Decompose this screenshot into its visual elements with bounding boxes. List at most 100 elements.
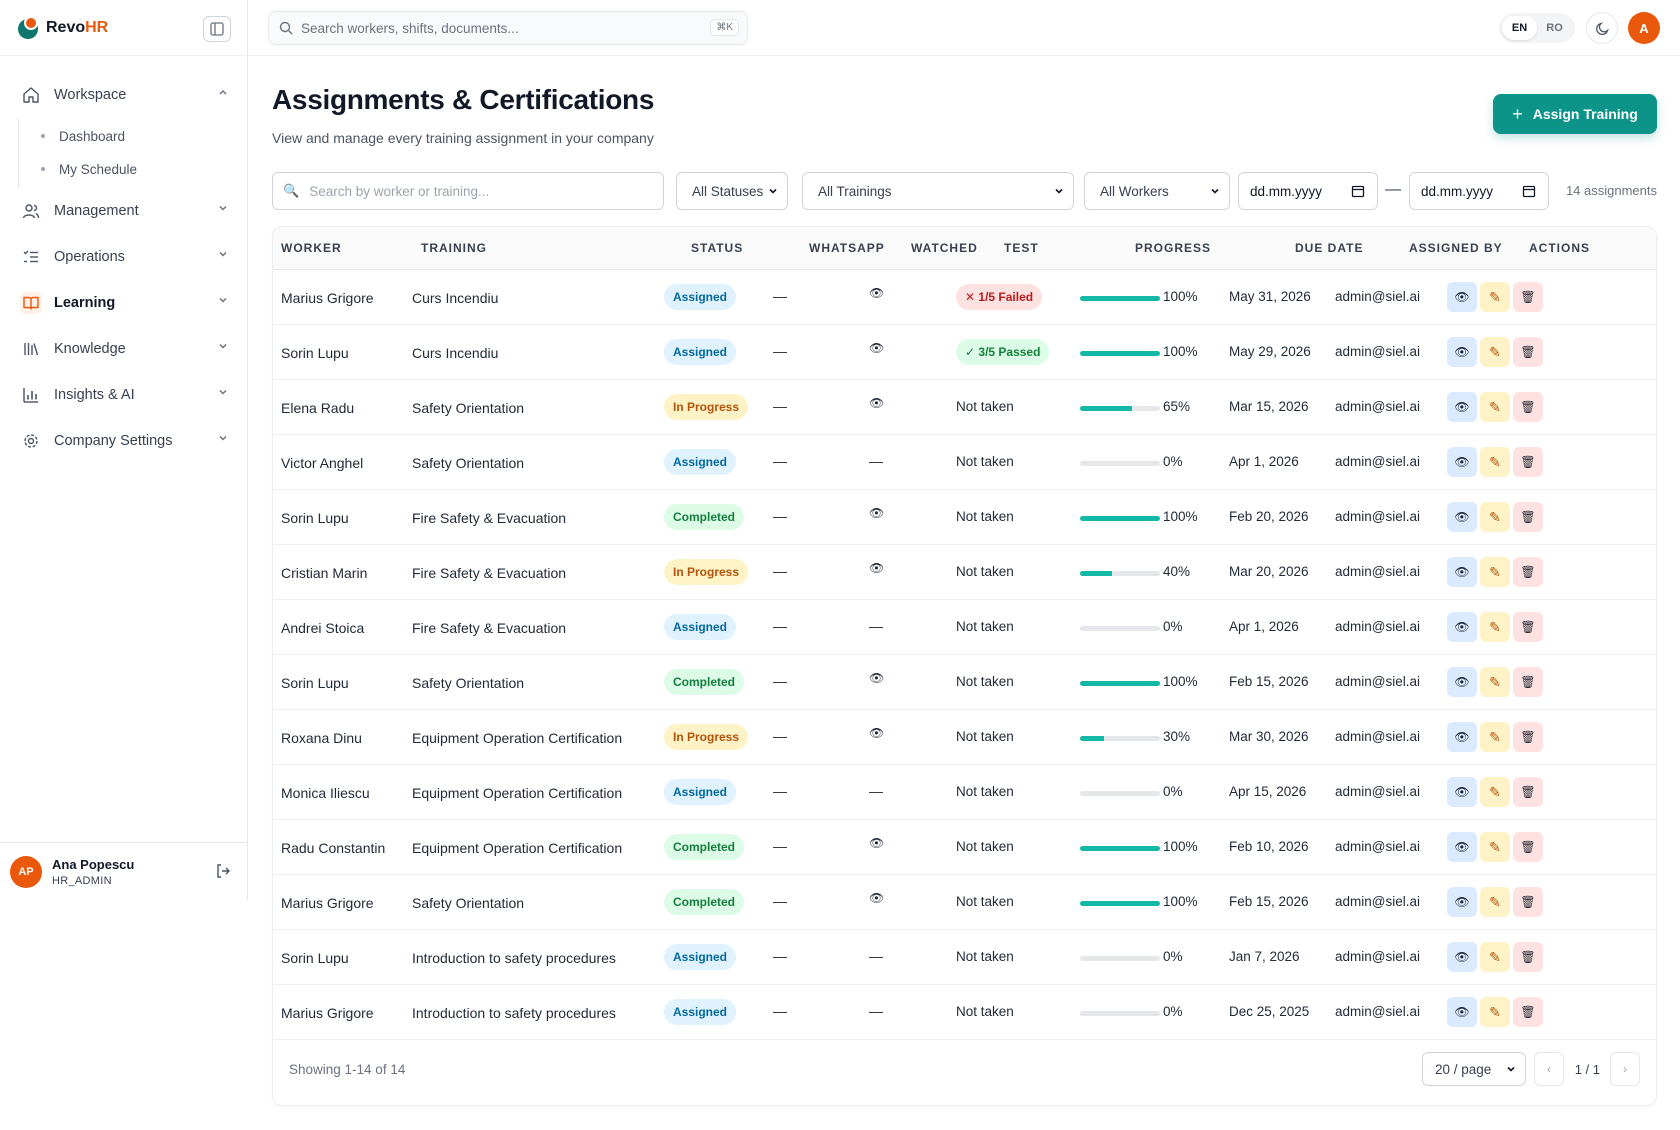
delete-button[interactable]: 🗑	[1513, 502, 1543, 532]
column-header-test[interactable]: TEST	[1004, 241, 1039, 255]
view-button[interactable]: 👁	[1447, 282, 1477, 312]
edit-button[interactable]: ✎	[1480, 557, 1510, 587]
column-header-watched[interactable]: WATCHED	[911, 241, 978, 255]
lang-en-button[interactable]: EN	[1502, 16, 1537, 40]
table-row[interactable]: Cristian Marin Fire Safety & Evacuation …	[273, 545, 1656, 600]
view-button[interactable]: 👁	[1447, 942, 1477, 972]
view-button[interactable]: 👁	[1447, 667, 1477, 697]
edit-button[interactable]: ✎	[1480, 887, 1510, 917]
table-row[interactable]: Elena Radu Safety Orientation In Progres…	[273, 380, 1656, 435]
delete-button[interactable]: 🗑	[1513, 337, 1543, 367]
table-row[interactable]: Andrei Stoica Fire Safety & Evacuation A…	[273, 600, 1656, 655]
edit-button[interactable]: ✎	[1480, 392, 1510, 422]
training-filter-select[interactable]: All Trainings	[802, 172, 1074, 210]
delete-button[interactable]: 🗑	[1513, 612, 1543, 642]
progress-bar	[1080, 406, 1160, 411]
filter-search-input[interactable]	[309, 183, 650, 199]
table-row[interactable]: Sorin Lupu Curs Incendiu Assigned — 👁 ✓ …	[273, 325, 1656, 380]
edit-button[interactable]: ✎	[1480, 997, 1510, 1027]
avatar[interactable]: A	[1628, 12, 1660, 44]
edit-button[interactable]: ✎	[1480, 942, 1510, 972]
column-header-due-date[interactable]: DUE DATE	[1295, 241, 1363, 255]
view-button[interactable]: 👁	[1447, 392, 1477, 422]
table-row[interactable]: Marius Grigore Introduction to safety pr…	[273, 985, 1656, 1040]
due-date: Feb 15, 2026	[1229, 894, 1309, 909]
table-row[interactable]: Marius Grigore Safety Orientation Comple…	[273, 875, 1656, 930]
edit-button[interactable]: ✎	[1480, 667, 1510, 697]
status-filter-select[interactable]: All Statuses	[676, 172, 788, 210]
view-button[interactable]: 👁	[1447, 722, 1477, 752]
sidebar-item-management[interactable]: Management	[0, 188, 247, 234]
table-row[interactable]: Sorin Lupu Introduction to safety proced…	[273, 930, 1656, 985]
global-search[interactable]: ⌘K	[268, 11, 748, 45]
table-row[interactable]: Victor Anghel Safety Orientation Assigne…	[273, 435, 1656, 490]
view-button[interactable]: 👁	[1447, 997, 1477, 1027]
view-button[interactable]: 👁	[1447, 832, 1477, 862]
sidebar-item-knowledge[interactable]: Knowledge	[0, 326, 247, 372]
edit-button[interactable]: ✎	[1480, 832, 1510, 862]
table-row[interactable]: Sorin Lupu Fire Safety & Evacuation Comp…	[273, 490, 1656, 545]
sidebar-item-learning[interactable]: Learning	[0, 280, 247, 326]
view-button[interactable]: 👁	[1447, 557, 1477, 587]
view-button[interactable]: 👁	[1447, 447, 1477, 477]
filter-search[interactable]: 🔍	[272, 172, 664, 210]
delete-button[interactable]: 🗑	[1513, 722, 1543, 752]
theme-toggle-button[interactable]	[1586, 12, 1618, 44]
global-search-input[interactable]	[301, 20, 701, 36]
column-header-status[interactable]: STATUS	[691, 241, 743, 255]
view-button[interactable]: 👁	[1447, 612, 1477, 642]
delete-button[interactable]: 🗑	[1513, 447, 1543, 477]
assign-training-button[interactable]: + Assign Training	[1493, 94, 1657, 134]
user-profile[interactable]: AP Ana Popescu HR_ADMIN	[0, 842, 247, 900]
delete-button[interactable]: 🗑	[1513, 557, 1543, 587]
lang-ro-button[interactable]: RO	[1537, 16, 1572, 40]
prev-page-button[interactable]: ‹	[1534, 1052, 1564, 1086]
column-header-training[interactable]: TRAINING	[421, 241, 487, 255]
column-header-whatsapp[interactable]: WHATSAPP	[809, 241, 885, 255]
edit-button[interactable]: ✎	[1480, 447, 1510, 477]
date-to-input[interactable]: dd.mm.yyyy	[1409, 172, 1549, 210]
per-page-select[interactable]: 20 / page	[1422, 1052, 1526, 1086]
table-row[interactable]: Sorin Lupu Safety Orientation Completed …	[273, 655, 1656, 710]
column-header-progress[interactable]: PROGRESS	[1135, 241, 1211, 255]
column-header-worker[interactable]: WORKER	[281, 241, 342, 255]
table-row[interactable]: Roxana Dinu Equipment Operation Certific…	[273, 710, 1656, 765]
table-row[interactable]: Marius Grigore Curs Incendiu Assigned — …	[273, 270, 1656, 325]
table-row[interactable]: Radu Constantin Equipment Operation Cert…	[273, 820, 1656, 875]
sidebar-subitem-dashboard[interactable]: Dashboard	[19, 120, 247, 153]
logout-icon[interactable]	[215, 863, 231, 882]
delete-button[interactable]: 🗑	[1513, 887, 1543, 917]
delete-button[interactable]: 🗑	[1513, 282, 1543, 312]
view-button[interactable]: 👁	[1447, 502, 1477, 532]
edit-button[interactable]: ✎	[1480, 502, 1510, 532]
sidebar-item-workspace[interactable]: Workspace	[0, 72, 247, 118]
edit-button[interactable]: ✎	[1480, 722, 1510, 752]
delete-button[interactable]: 🗑	[1513, 997, 1543, 1027]
sidebar-collapse-button[interactable]	[203, 16, 231, 42]
sidebar-item-insights-ai[interactable]: Insights & AI	[0, 372, 247, 418]
view-button[interactable]: 👁	[1447, 777, 1477, 807]
next-page-button[interactable]: ›	[1610, 1052, 1640, 1086]
delete-button[interactable]: 🗑	[1513, 942, 1543, 972]
date-from-input[interactable]: dd.mm.yyyy	[1238, 172, 1378, 210]
pencil-icon: ✎	[1489, 288, 1501, 305]
sidebar-subitem-my-schedule[interactable]: My Schedule	[19, 153, 247, 186]
edit-button[interactable]: ✎	[1480, 612, 1510, 642]
delete-button[interactable]: 🗑	[1513, 832, 1543, 862]
worker-filter-select[interactable]: All Workers	[1084, 172, 1230, 210]
progress-bar	[1080, 296, 1160, 301]
trash-icon: 🗑	[1520, 290, 1536, 304]
delete-button[interactable]: 🗑	[1513, 667, 1543, 697]
delete-button[interactable]: 🗑	[1513, 777, 1543, 807]
edit-button[interactable]: ✎	[1480, 777, 1510, 807]
trash-icon: 🗑	[1520, 785, 1536, 799]
sidebar-item-company-settings[interactable]: Company Settings	[0, 418, 247, 464]
delete-button[interactable]: 🗑	[1513, 392, 1543, 422]
sidebar-item-operations[interactable]: Operations	[0, 234, 247, 280]
table-row[interactable]: Monica Iliescu Equipment Operation Certi…	[273, 765, 1656, 820]
view-button[interactable]: 👁	[1447, 887, 1477, 917]
column-header-assigned-by[interactable]: ASSIGNED BY	[1409, 241, 1503, 255]
edit-button[interactable]: ✎	[1480, 337, 1510, 367]
edit-button[interactable]: ✎	[1480, 282, 1510, 312]
view-button[interactable]: 👁	[1447, 337, 1477, 367]
